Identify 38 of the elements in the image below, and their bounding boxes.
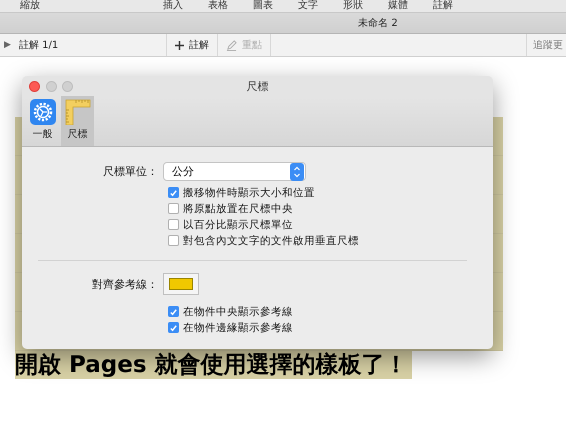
preference-tab[interactable]: 一般 (26, 96, 59, 146)
menu-item[interactable]: 圖表 (253, 0, 298, 12)
checkbox-label[interactable]: 對包含內文文字的文件啟用垂直尺標 (183, 234, 359, 248)
document-text: 開啟 Pages 就會使用選擇的樣板了！ (15, 351, 412, 379)
checkbox[interactable] (168, 187, 179, 198)
menu-item[interactable]: 插入 (163, 0, 208, 12)
color-well[interactable] (163, 273, 199, 295)
checkbox[interactable] (168, 322, 179, 333)
pen-icon (226, 40, 237, 50)
checkbox[interactable] (168, 235, 179, 246)
checkbox-label[interactable]: 以百分比顯示尺標單位 (183, 218, 293, 232)
checkbox[interactable] (168, 203, 179, 214)
dialog-title: 尺標 (246, 78, 268, 94)
menu-item[interactable]: 表格 (208, 0, 253, 12)
comment-count: 註解 1/1 (18, 38, 58, 52)
units-dropdown[interactable]: 公分 (163, 162, 306, 181)
plus-icon (175, 40, 184, 50)
checkbox-label[interactable]: 在物件邊緣顯示參考線 (183, 320, 293, 334)
ruler-icon (64, 99, 90, 125)
field-label: 尺標單位： (102, 164, 159, 179)
checkmark-icon (169, 188, 178, 198)
track-changes-button[interactable]: 追蹤更 (526, 34, 566, 56)
checkbox-label[interactable]: 在物件中央顯示參考線 (183, 304, 293, 318)
gear-icon (30, 99, 56, 125)
menu-item[interactable]: 形狀 (343, 0, 388, 12)
add-comment-button[interactable]: 註解 (167, 34, 218, 56)
menu-item[interactable]: 縮放 (20, 0, 65, 12)
checkbox[interactable] (168, 306, 179, 317)
menu-item[interactable]: 媒體 (388, 0, 433, 12)
checkbox-label[interactable]: 搬移物件時顯示大小和位置 (183, 186, 315, 200)
window-title: 未命名 2 (358, 16, 398, 30)
close-button[interactable] (29, 81, 40, 92)
checkbox[interactable] (168, 219, 179, 230)
field-label: 對齊參考線： (91, 276, 159, 292)
checkbox-label[interactable]: 將原點放置在尺標中央 (183, 202, 293, 216)
dropdown-arrows-icon (290, 162, 304, 180)
preference-tab[interactable]: 尺標 (61, 96, 94, 146)
expand-icon[interactable]: ▶ (4, 40, 11, 50)
